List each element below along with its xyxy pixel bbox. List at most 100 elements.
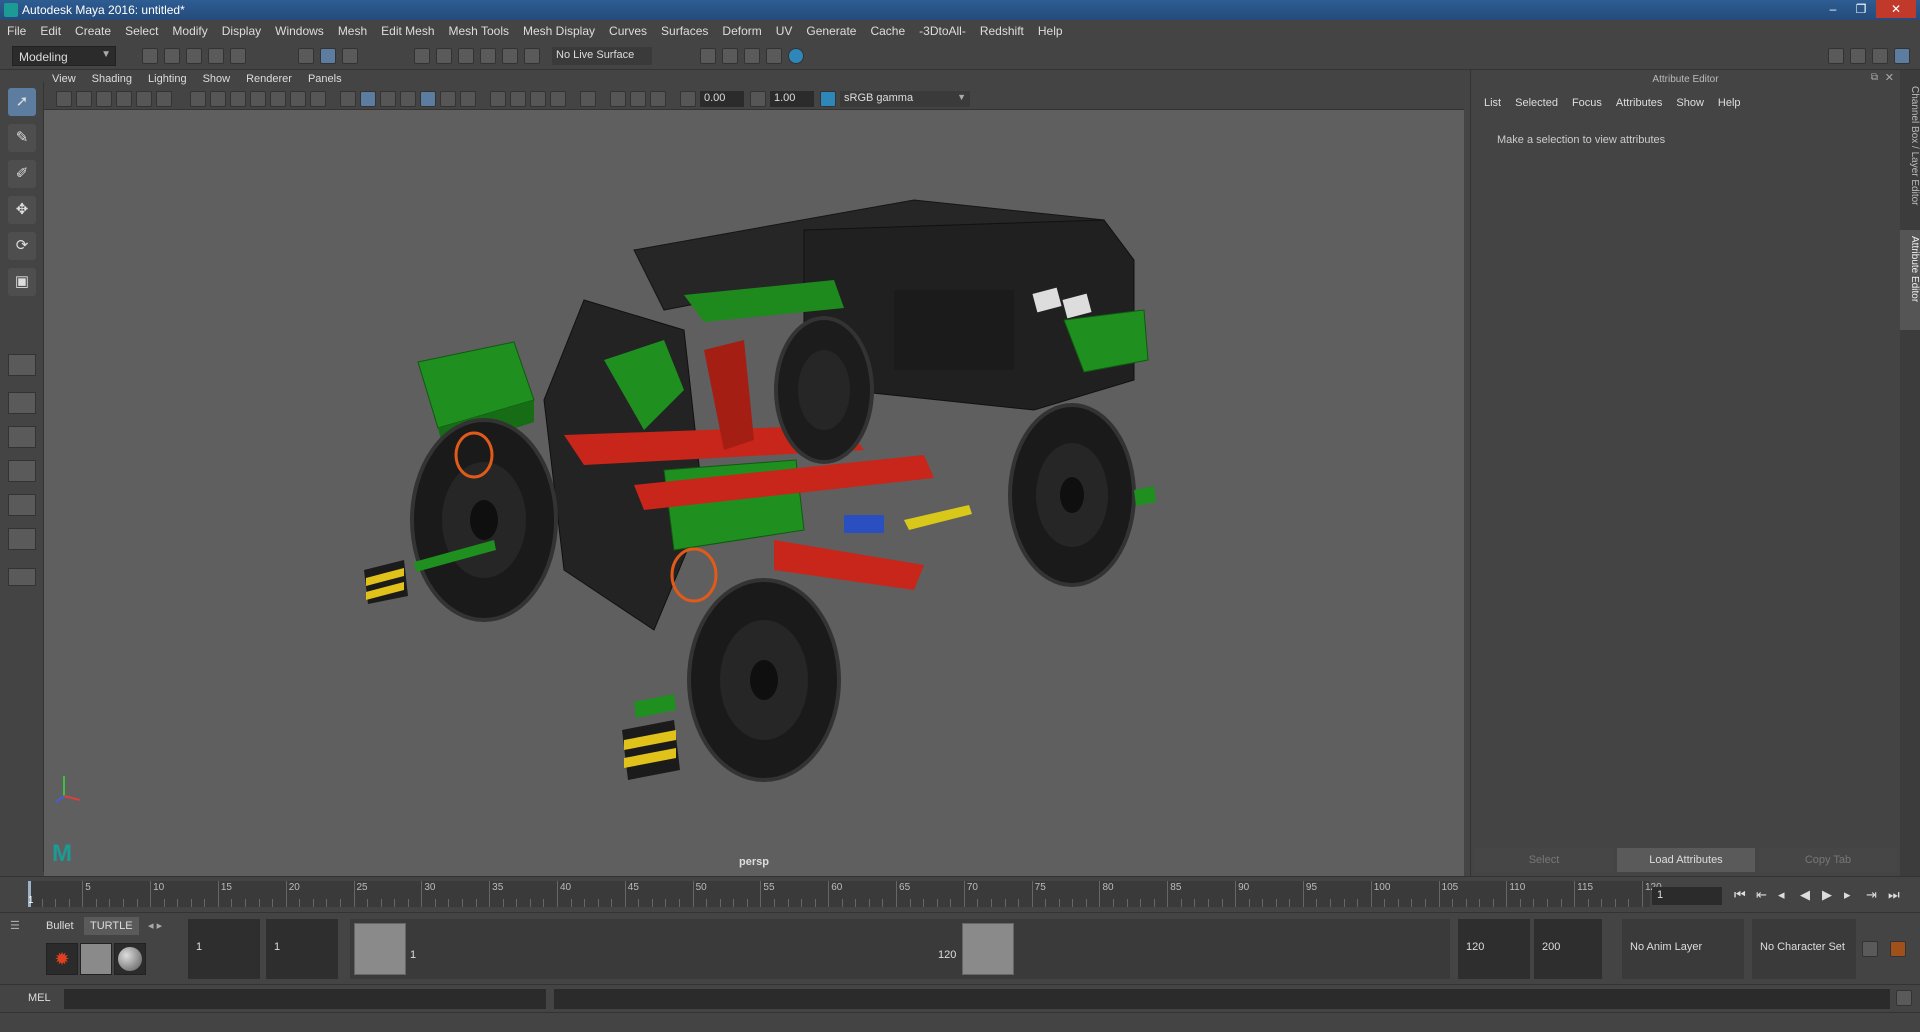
scale-tool-icon[interactable]: ▣ bbox=[8, 268, 36, 296]
rotate-tool-icon[interactable]: ⟳ bbox=[8, 232, 36, 260]
single-perspective-layout-icon[interactable] bbox=[8, 354, 36, 376]
color-management-icon[interactable] bbox=[820, 91, 836, 107]
snap-point-icon[interactable] bbox=[458, 48, 474, 64]
panel-menu-panels[interactable]: Panels bbox=[300, 70, 350, 88]
channel-box-toggle-icon[interactable] bbox=[1894, 48, 1910, 64]
ae-menu-focus[interactable]: Focus bbox=[1565, 94, 1609, 112]
ambient-occlusion-icon[interactable] bbox=[490, 91, 506, 107]
save-scene-icon[interactable] bbox=[186, 48, 202, 64]
outliner-toggle-icon[interactable] bbox=[1872, 48, 1888, 64]
move-tool-icon[interactable]: ✥ bbox=[8, 196, 36, 224]
menu-edit-mesh[interactable]: Edit Mesh bbox=[374, 20, 441, 42]
load-attributes-button[interactable]: Load Attributes bbox=[1617, 848, 1755, 872]
make-live-icon[interactable] bbox=[524, 48, 540, 64]
snap-surface-icon[interactable] bbox=[502, 48, 518, 64]
mel-label[interactable]: MEL bbox=[28, 992, 51, 1004]
exposure-icon[interactable] bbox=[680, 91, 696, 107]
hypershade-layout-icon[interactable] bbox=[8, 494, 36, 516]
shelf-scroll-icon[interactable]: ◂ ▸ bbox=[142, 917, 168, 935]
field-chart-icon[interactable] bbox=[270, 91, 286, 107]
play-forwards-icon[interactable]: ▶ bbox=[1822, 887, 1832, 903]
select-hierarchy-icon[interactable] bbox=[298, 48, 314, 64]
menu-deform[interactable]: Deform bbox=[715, 20, 768, 42]
camera-icon[interactable] bbox=[56, 91, 72, 107]
ae-menu-list[interactable]: List bbox=[1477, 94, 1508, 112]
persp-outliner-layout-icon[interactable] bbox=[8, 426, 36, 448]
gamma-icon[interactable] bbox=[750, 91, 766, 107]
ipr-render-icon[interactable] bbox=[744, 48, 760, 64]
menu-file[interactable]: File bbox=[0, 20, 33, 42]
panel-menu-show[interactable]: Show bbox=[195, 70, 239, 88]
menu-mesh-tools[interactable]: Mesh Tools bbox=[442, 20, 516, 42]
ae-menu-selected[interactable]: Selected bbox=[1508, 94, 1565, 112]
xray-components-icon[interactable] bbox=[650, 91, 666, 107]
close-icon[interactable]: ✕ bbox=[1876, 0, 1916, 18]
menu-modify[interactable]: Modify bbox=[165, 20, 214, 42]
motion-blur-icon[interactable] bbox=[510, 91, 526, 107]
view-transform-dropdown[interactable]: sRGB gamma ▼ bbox=[840, 91, 970, 107]
start-time-field[interactable]: 1 bbox=[188, 919, 260, 979]
turtle-render-icon[interactable]: ✹ bbox=[46, 943, 78, 975]
character-set-dropdown[interactable]: No Character Set bbox=[1752, 919, 1856, 979]
step-back-key-icon[interactable]: ⇤ bbox=[1756, 887, 1767, 903]
animation-preferences-icon[interactable] bbox=[1890, 941, 1906, 957]
ae-menu-attributes[interactable]: Attributes bbox=[1609, 94, 1669, 112]
anti-aliasing-icon[interactable] bbox=[530, 91, 546, 107]
anim-layer-dropdown[interactable]: No Anim Layer bbox=[1622, 919, 1744, 979]
snap-grid-icon[interactable] bbox=[414, 48, 430, 64]
depth-of-field-icon[interactable] bbox=[550, 91, 566, 107]
workspace-icon[interactable] bbox=[1828, 48, 1844, 64]
panel-menu-renderer[interactable]: Renderer bbox=[238, 70, 300, 88]
select-tool-icon[interactable]: ➚ bbox=[8, 88, 36, 116]
go-to-start-icon[interactable]: ⏮ bbox=[1734, 887, 1746, 903]
image-plane-icon[interactable] bbox=[116, 91, 132, 107]
playback-end-field[interactable]: 120 bbox=[1458, 919, 1530, 979]
menu-curves[interactable]: Curves bbox=[602, 20, 654, 42]
resolution-gate-icon[interactable] bbox=[230, 91, 246, 107]
range-end-handle[interactable] bbox=[962, 923, 1014, 975]
lasso-tool-icon[interactable]: ✎ bbox=[8, 124, 36, 152]
go-to-end-icon[interactable]: ⏭ bbox=[1888, 887, 1900, 903]
safe-action-icon[interactable] bbox=[290, 91, 306, 107]
menu-help[interactable]: Help bbox=[1031, 20, 1070, 42]
attribute-editor-tab[interactable]: Attribute Editor bbox=[1900, 230, 1920, 330]
mel-input[interactable] bbox=[64, 989, 546, 1009]
more-layouts-icon[interactable] bbox=[8, 568, 36, 586]
paint-select-tool-icon[interactable]: ✐ bbox=[8, 160, 36, 188]
default-material-icon[interactable] bbox=[380, 91, 396, 107]
wireframe-icon[interactable] bbox=[340, 91, 356, 107]
isolate-select-icon[interactable] bbox=[580, 91, 596, 107]
menu-mesh-display[interactable]: Mesh Display bbox=[516, 20, 602, 42]
panel-menu-view[interactable]: View bbox=[44, 70, 84, 88]
menu-create[interactable]: Create bbox=[68, 20, 118, 42]
xray-icon[interactable] bbox=[610, 91, 626, 107]
smooth-shade-icon[interactable] bbox=[360, 91, 376, 107]
menu-generate[interactable]: Generate bbox=[799, 20, 863, 42]
play-backwards-icon[interactable]: ◀ bbox=[1800, 887, 1810, 903]
camera-attributes-icon[interactable] bbox=[76, 91, 92, 107]
menu-select[interactable]: Select bbox=[118, 20, 165, 42]
turtle-sphere-icon[interactable] bbox=[114, 943, 146, 975]
panel-menu-shading[interactable]: Shading bbox=[84, 70, 140, 88]
shadows-icon[interactable] bbox=[460, 91, 476, 107]
new-scene-icon[interactable] bbox=[142, 48, 158, 64]
perspective-viewport[interactable]: M persp bbox=[44, 110, 1464, 876]
live-surface-field[interactable]: No Live Surface bbox=[552, 47, 652, 65]
render-settings-icon[interactable] bbox=[700, 48, 716, 64]
bookmark-icon[interactable] bbox=[96, 91, 112, 107]
current-frame-field[interactable]: 1 bbox=[1652, 887, 1722, 905]
range-start-handle[interactable] bbox=[354, 923, 406, 975]
menu-edit[interactable]: Edit bbox=[33, 20, 68, 42]
xray-joints-icon[interactable] bbox=[630, 91, 646, 107]
script-editor-icon[interactable] bbox=[1896, 990, 1912, 1006]
grease-pencil-icon[interactable] bbox=[156, 91, 172, 107]
uv-editor-layout-icon[interactable] bbox=[8, 528, 36, 550]
select-component-icon[interactable] bbox=[342, 48, 358, 64]
four-view-layout-icon[interactable] bbox=[8, 392, 36, 414]
time-slider[interactable]: 5 10 15 20 25 30 35 40 45 50 55 60 65 70 75 80 85 90 95 100… bbox=[0, 876, 1920, 912]
open-scene-icon[interactable] bbox=[164, 48, 180, 64]
snap-view-icon[interactable] bbox=[480, 48, 496, 64]
panel-menu-lighting[interactable]: Lighting bbox=[140, 70, 195, 88]
float-panel-icon[interactable]: ⧉ bbox=[1871, 72, 1878, 83]
layout-icon[interactable] bbox=[1850, 48, 1866, 64]
